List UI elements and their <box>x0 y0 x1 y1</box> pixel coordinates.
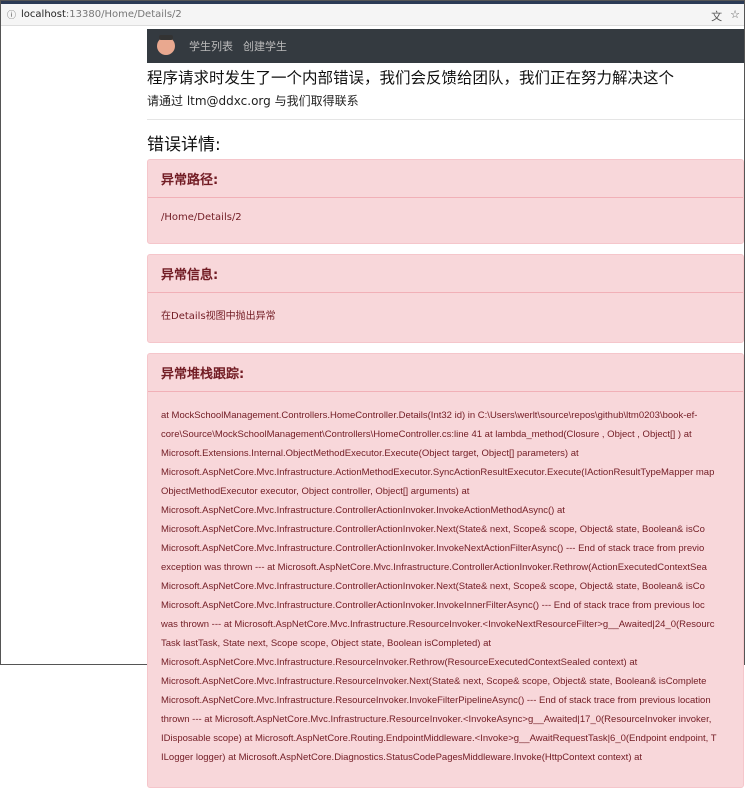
details-title: 错误详情: <box>147 135 221 155</box>
info-icon[interactable]: ⓘ <box>7 8 16 21</box>
stack-trace-line: thrown --- at Microsoft.AspNetCore.Mvc.I… <box>161 714 712 725</box>
exception-path-card: 异常路径: /Home/Details/2 <box>147 159 744 244</box>
stack-trace-line: Microsoft.AspNetCore.Mvc.Infrastructure.… <box>161 600 705 611</box>
logo-icon[interactable] <box>157 35 175 55</box>
contact-text: 请通过 ltm@ddxc.org 与我们取得联系 <box>147 94 359 108</box>
stack-trace-line: exception was thrown --- at Microsoft.As… <box>161 562 707 573</box>
address-bar[interactable]: ⓘ localhost:13380/Home/Details/2 文 ☆ <box>1 4 744 26</box>
stack-trace-line: Task lastTask, State next, Scope scope, … <box>161 638 492 649</box>
card-body: /Home/Details/2 <box>161 212 242 223</box>
stack-trace-line: Microsoft.AspNetCore.Mvc.Infrastructure.… <box>161 543 705 554</box>
card-title: 异常信息: <box>148 255 743 293</box>
stack-trace-line: Microsoft.AspNetCore.Mvc.Infrastructure.… <box>161 524 705 535</box>
stack-trace-line: Microsoft.Extensions.Internal.ObjectMeth… <box>161 448 579 459</box>
stack-trace-body: at MockSchoolManagement.Controllers.Home… <box>148 392 743 787</box>
stack-trace-line: ObjectMethodExecutor executor, Object co… <box>161 486 470 497</box>
card-title: 异常堆栈跟踪: <box>148 354 743 392</box>
url-host: localhost <box>21 9 66 20</box>
stack-trace-line: Microsoft.AspNetCore.Mvc.Infrastructure.… <box>161 657 638 668</box>
divider <box>147 119 744 120</box>
stack-trace-line: at MockSchoolManagement.Controllers.Home… <box>161 410 698 421</box>
bookmark-star-icon[interactable]: ☆ <box>730 8 740 24</box>
stack-trace-line: Microsoft.AspNetCore.Mvc.Infrastructure.… <box>161 676 707 687</box>
error-heading: 程序请求时发生了一个内部错误，我们会反馈给团队，我们正在努力解决这个 <box>147 69 675 87</box>
exception-message-card: 异常信息: 在Details视图中抛出异常 <box>147 254 744 343</box>
stack-trace-line: IDisposable scope) at Microsoft.AspNetCo… <box>161 733 717 744</box>
nav-create-student[interactable]: 创建学生 <box>243 38 287 54</box>
card-title: 异常路径: <box>148 160 743 198</box>
stack-trace-line: ILogger logger) at Microsoft.AspNetCore.… <box>161 752 643 763</box>
navbar: 学生列表 创建学生 <box>147 29 744 63</box>
stack-trace-line: Microsoft.AspNetCore.Mvc.Infrastructure.… <box>161 505 565 516</box>
nav-student-list[interactable]: 学生列表 <box>189 38 233 54</box>
stack-trace-card: 异常堆栈跟踪: at MockSchoolManagement.Controll… <box>147 353 744 788</box>
main-content: 程序请求时发生了一个内部错误，我们会反馈给团队，我们正在努力解决这个 请通过 l… <box>147 63 744 798</box>
card-body: 在Details视图中抛出异常 <box>161 311 276 322</box>
stack-trace-line: Microsoft.AspNetCore.Mvc.Infrastructure.… <box>161 467 715 478</box>
translate-icon[interactable]: 文 <box>711 8 722 24</box>
stack-trace-line: core\Source\MockSchoolManagement\Control… <box>161 429 692 440</box>
stack-trace-line: was thrown --- at Microsoft.AspNetCore.M… <box>161 619 715 630</box>
stack-trace-line: Microsoft.AspNetCore.Mvc.Infrastructure.… <box>161 581 705 592</box>
url-path: :13380/Home/Details/2 <box>65 9 182 20</box>
stack-trace-line: Microsoft.AspNetCore.Mvc.Infrastructure.… <box>161 695 711 706</box>
